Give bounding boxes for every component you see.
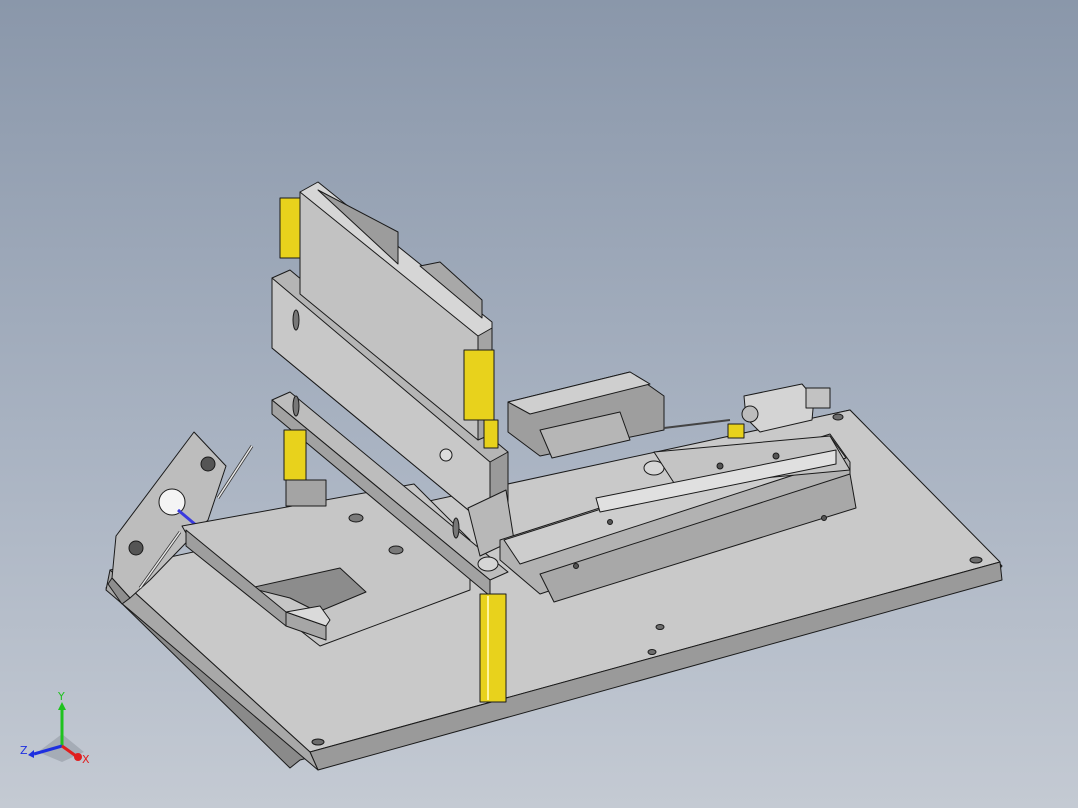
cad-model[interactable] (0, 0, 1078, 808)
cad-viewport[interactable]: Y Z X (0, 0, 1078, 808)
orientation-triad[interactable]: Y Z X (18, 690, 108, 770)
y-axis-label: Y (57, 690, 65, 703)
z-axis-label: Z (20, 744, 28, 757)
x-axis-label: X (82, 753, 90, 766)
motor-block[interactable] (507, 371, 665, 459)
